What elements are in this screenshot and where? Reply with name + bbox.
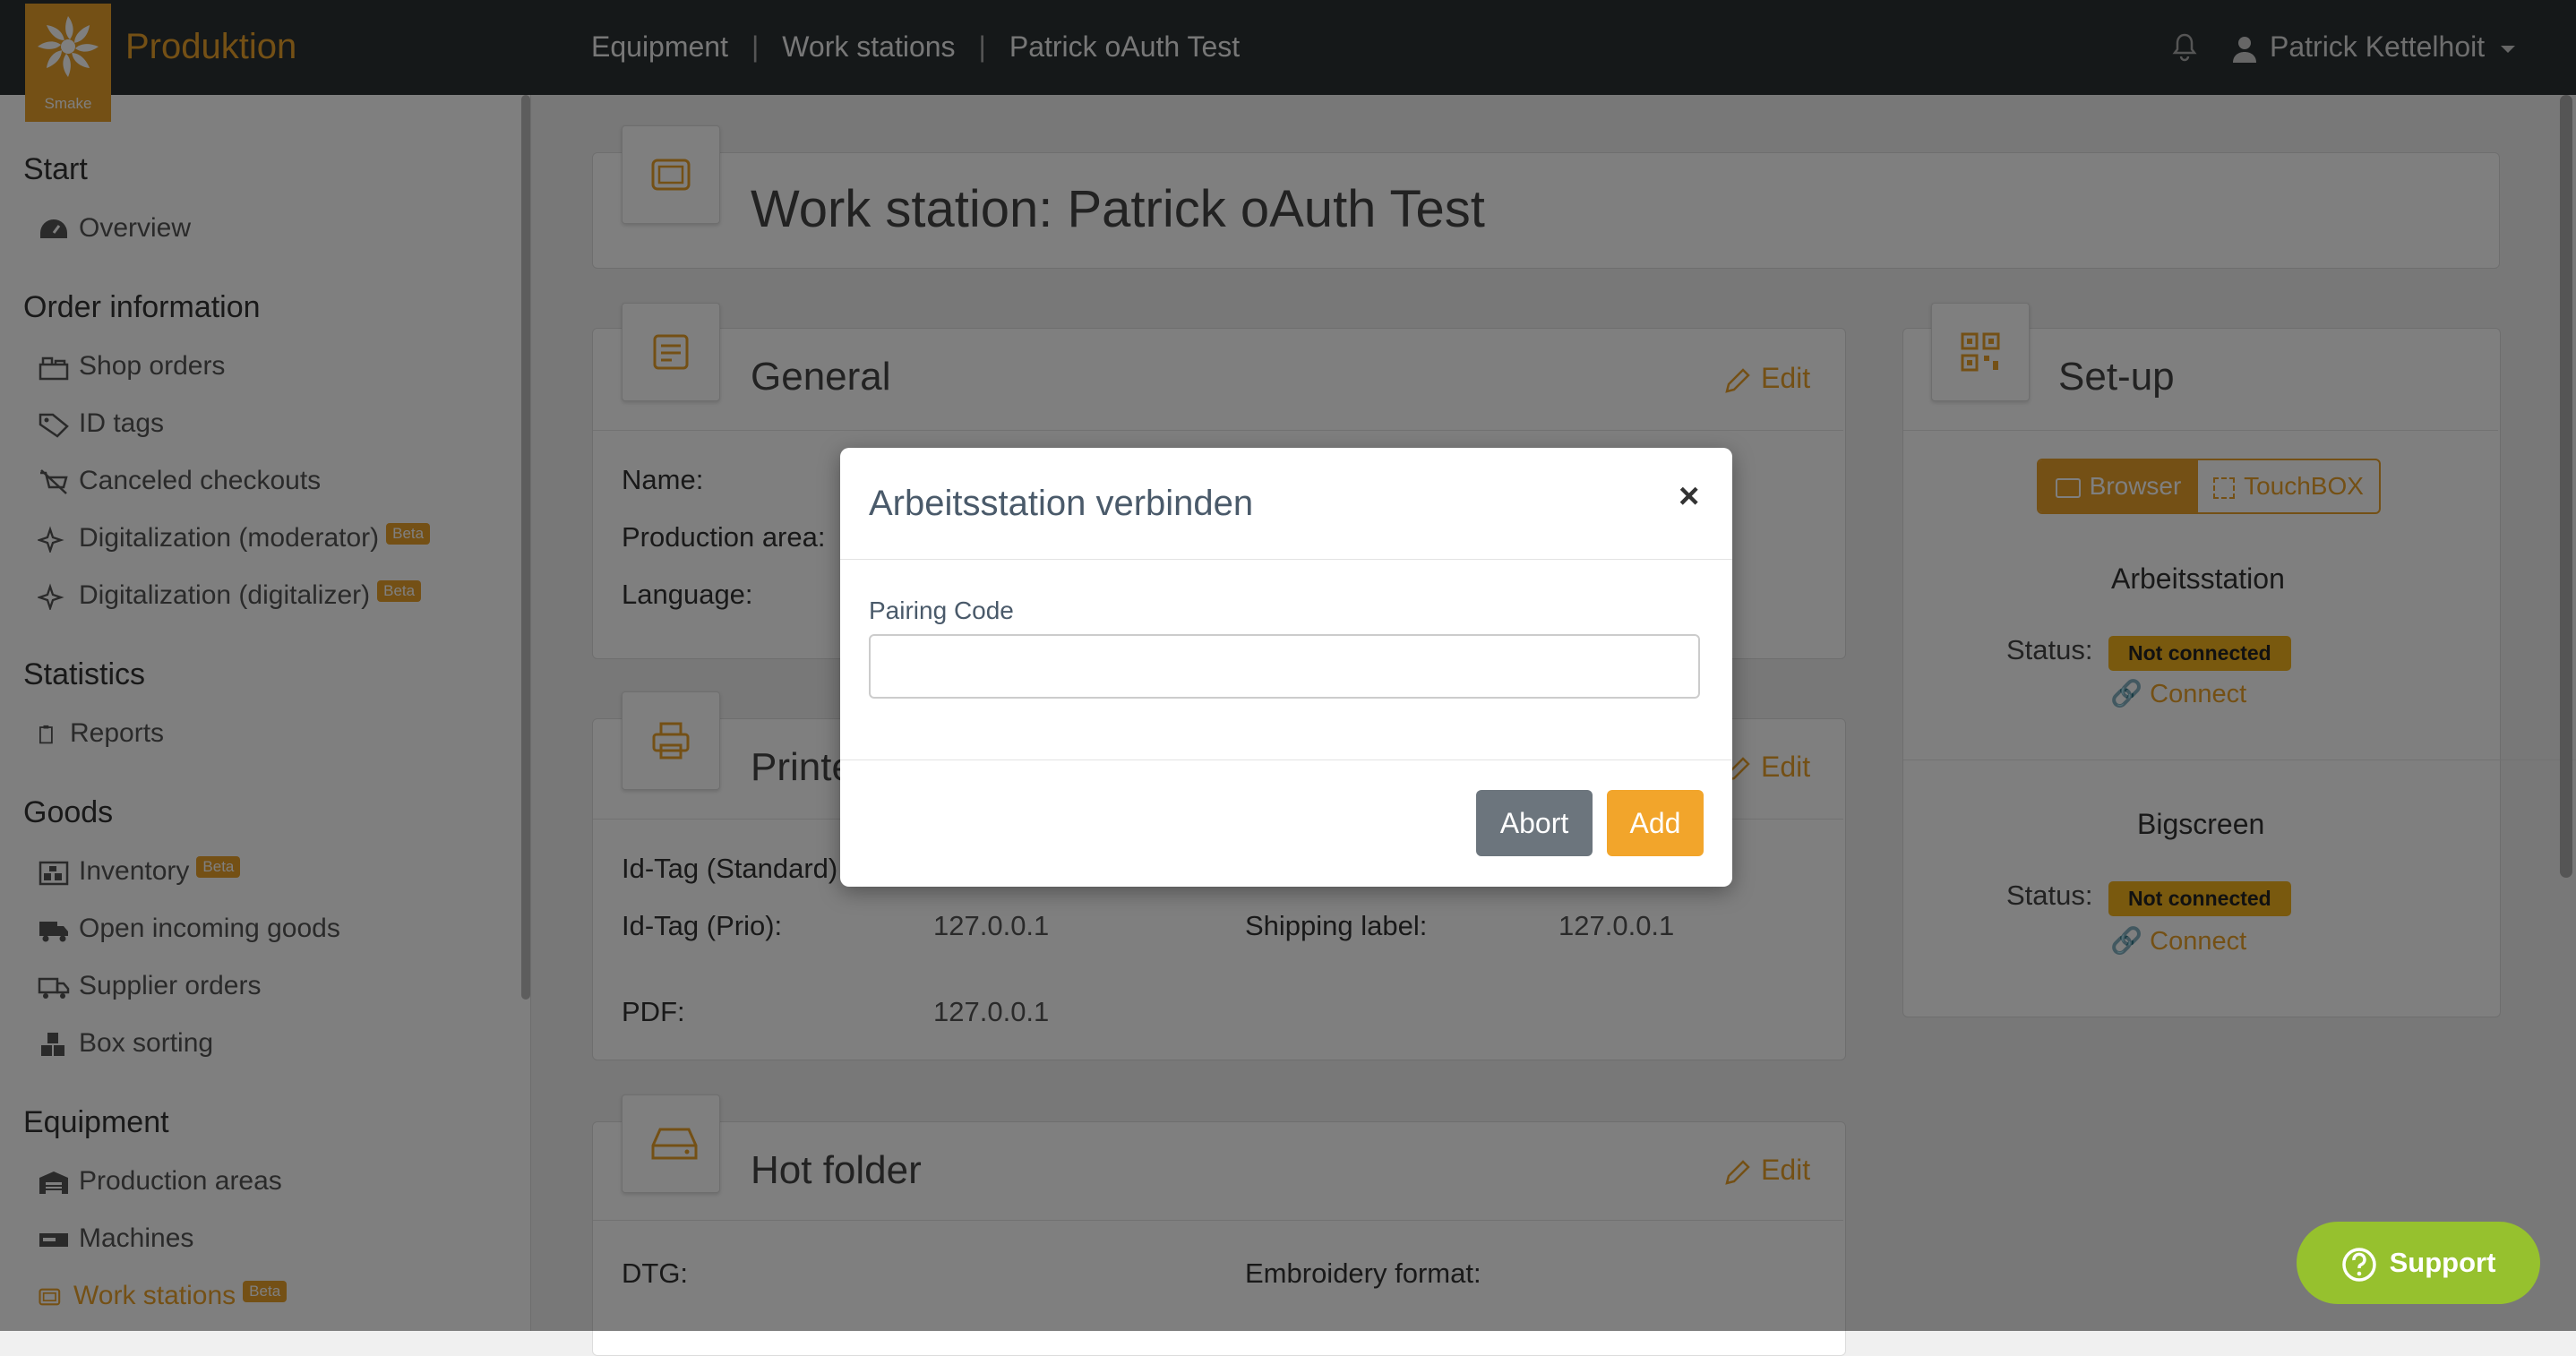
modal-title: Arbeitsstation verbinden	[869, 484, 1254, 523]
pairing-code-label: Pairing Code	[869, 596, 1014, 624]
support-button[interactable]: Support	[2297, 1222, 2540, 1304]
abort-button[interactable]: Abort	[1476, 790, 1593, 856]
close-icon[interactable]: ×	[1679, 476, 1699, 517]
pairing-code-input[interactable]	[869, 634, 1700, 699]
support-label: Support	[2389, 1247, 2496, 1278]
add-button[interactable]: Add	[1607, 790, 1704, 856]
connect-workstation-modal: Arbeitsstation verbinden × Pairing Code …	[840, 448, 1732, 887]
modal-header-divider	[840, 559, 1732, 560]
question-icon	[2341, 1248, 2376, 1282]
